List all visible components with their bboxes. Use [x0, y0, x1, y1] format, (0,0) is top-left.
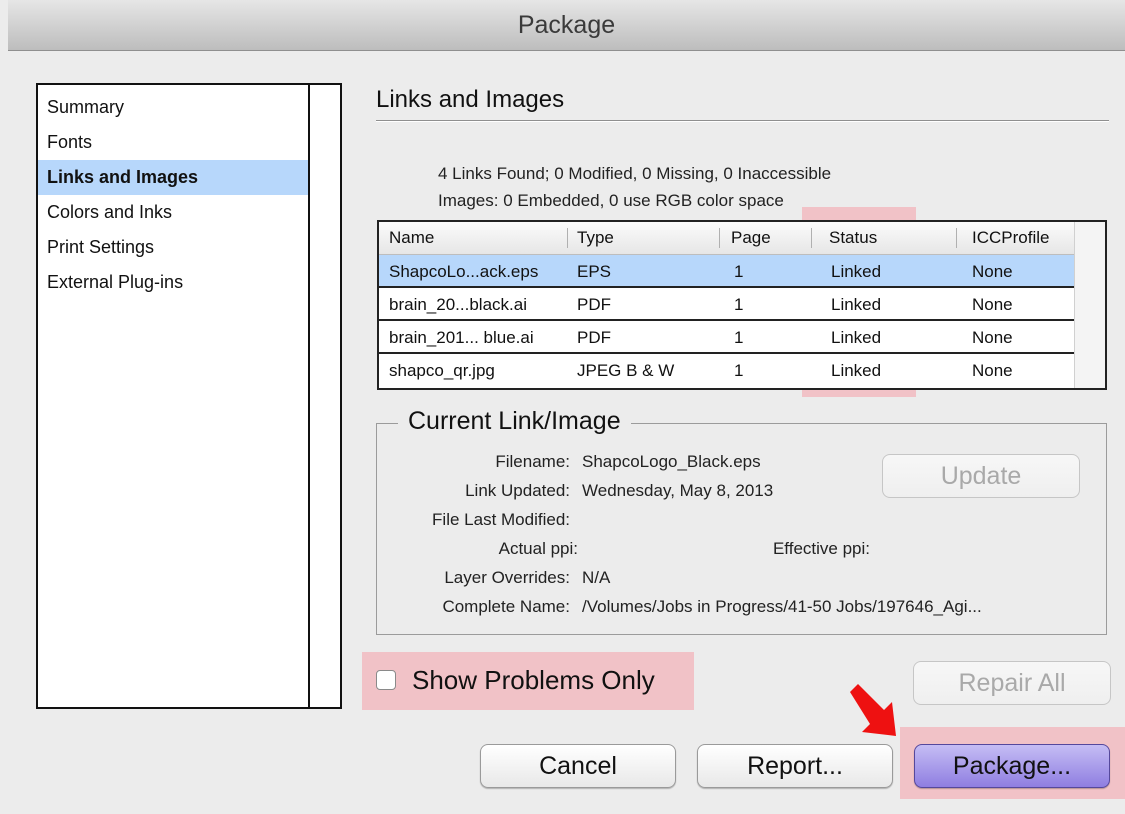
section-divider — [376, 120, 1109, 122]
table-header: Name Type Page Status ICCProfile — [379, 222, 1075, 255]
show-problems-highlight: Show Problems Only — [362, 652, 694, 710]
layer-overrides-label: Layer Overrides: — [444, 568, 570, 587]
section-title: Links and Images — [376, 86, 565, 113]
row-status: Linked — [831, 328, 882, 347]
row-status: Linked — [831, 295, 882, 314]
row-type: PDF — [577, 295, 611, 314]
row-icc-profile: None — [972, 262, 1013, 281]
arrow-pointer-icon — [850, 684, 896, 736]
window-title: Package — [8, 0, 1125, 51]
row-status: Linked — [831, 361, 882, 380]
row-page: 1 — [734, 328, 744, 347]
sidebar-list: Summary Fonts Links and Images Colors an… — [38, 90, 310, 300]
layer-overrides-value: N/A — [582, 568, 611, 587]
column-divider — [719, 228, 720, 248]
table-row[interactable]: brain_201... blue.ai PDF 1 Linked None — [379, 321, 1075, 354]
complete-name-label: Complete Name: — [442, 597, 570, 616]
actual-ppi-label: Actual ppi: — [498, 539, 578, 558]
column-header-name[interactable]: Name — [389, 222, 434, 254]
sidebar-item-external-plug-ins[interactable]: External Plug-ins — [38, 265, 310, 300]
table-row[interactable]: ShapcoLo...ack.eps EPS 1 Linked None — [379, 255, 1075, 288]
row-page: 1 — [734, 361, 744, 380]
links-summary: 4 Links Found; 0 Modified, 0 Missing, 0 … — [438, 164, 832, 183]
current-link-legend: Current Link/Image — [398, 407, 631, 436]
show-problems-checkbox[interactable] — [376, 670, 396, 690]
effective-ppi-label: Effective ppi: — [772, 539, 870, 558]
link-updated-label: Link Updated: — [465, 481, 570, 500]
row-icc-profile: None — [972, 328, 1013, 347]
report-button[interactable]: Report... — [697, 744, 893, 788]
row-name: shapco_qr.jpg — [389, 361, 495, 380]
repair-all-button[interactable]: Repair All — [913, 661, 1111, 705]
file-last-modified-label: File Last Modified: — [432, 510, 570, 529]
sidebar-scrollbar[interactable] — [308, 85, 340, 707]
column-header-type[interactable]: Type — [577, 222, 614, 254]
sidebar-item-print-settings[interactable]: Print Settings — [38, 230, 310, 265]
link-updated-value: Wednesday, May 8, 2013 — [582, 481, 774, 500]
sidebar-item-links-and-images[interactable]: Links and Images — [38, 160, 310, 195]
row-name: brain_20...black.ai — [389, 295, 527, 314]
update-button[interactable]: Update — [882, 454, 1080, 498]
table-scrollbar[interactable] — [1074, 222, 1105, 388]
row-type: PDF — [577, 328, 611, 347]
column-divider — [956, 228, 957, 248]
row-page: 1 — [734, 262, 744, 281]
sidebar-item-summary[interactable]: Summary — [38, 90, 310, 125]
row-page: 1 — [734, 295, 744, 314]
column-header-status[interactable]: Status — [829, 222, 877, 254]
row-icc-profile: None — [972, 361, 1013, 380]
table-row[interactable]: brain_20...black.ai PDF 1 Linked None — [379, 288, 1075, 321]
column-header-icc-profile[interactable]: ICCProfile — [972, 222, 1049, 254]
package-button[interactable]: Package... — [914, 744, 1110, 788]
cancel-button[interactable]: Cancel — [480, 744, 676, 788]
row-name: ShapcoLo...ack.eps — [389, 262, 539, 281]
row-type: JPEG B & W — [577, 361, 675, 380]
links-table: Name Type Page Status ICCProfile ShapcoL… — [377, 220, 1107, 390]
sidebar-item-fonts[interactable]: Fonts — [38, 125, 310, 160]
images-summary: Images: 0 Embedded, 0 use RGB color spac… — [438, 191, 784, 210]
complete-name-value: /Volumes/Jobs in Progress/41-50 Jobs/197… — [582, 597, 982, 616]
sidebar-item-colors-and-inks[interactable]: Colors and Inks — [38, 195, 310, 230]
filename-label: Filename: — [495, 452, 570, 471]
row-type: EPS — [577, 262, 612, 281]
column-divider — [567, 228, 568, 248]
row-status: Linked — [831, 262, 882, 281]
column-header-page[interactable]: Page — [731, 222, 771, 254]
column-divider — [811, 228, 812, 248]
sidebar-panel: Summary Fonts Links and Images Colors an… — [36, 83, 342, 709]
table-row[interactable]: shapco_qr.jpg JPEG B & W 1 Linked None — [379, 354, 1075, 387]
row-name: brain_201... blue.ai — [389, 328, 534, 347]
show-problems-label[interactable]: Show Problems Only — [412, 665, 655, 696]
filename-value: ShapcoLogo_Black.eps — [582, 452, 761, 471]
row-icc-profile: None — [972, 295, 1013, 314]
